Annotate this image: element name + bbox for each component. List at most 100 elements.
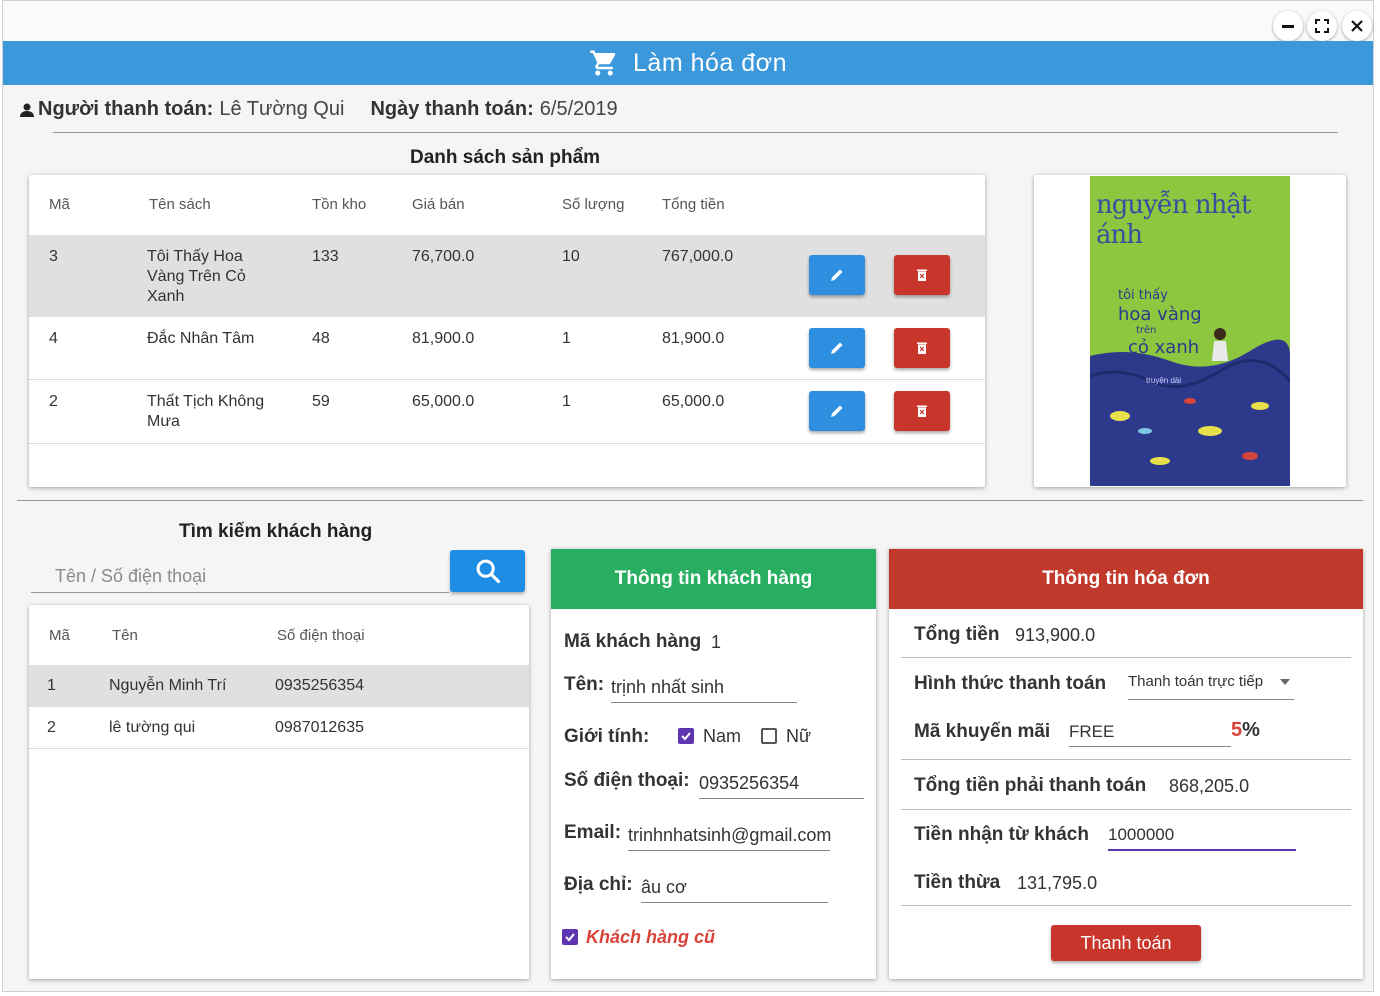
customer-search-input[interactable] [31,551,449,593]
delete-button[interactable] [894,328,950,368]
cell-total: 65,000.0 [662,393,725,410]
cell-id: 3 [49,248,58,265]
returning-customer-label: Khách hàng cũ [586,927,716,947]
payer-name: Lê Tường Qui [219,98,345,120]
customer-table: Mã Tên Số điện thoại 1 Nguyễn Minh Trí 0… [29,605,529,979]
cell-name: Nguyễn Minh Trí [109,677,227,694]
table-row[interactable]: 4 Đắc Nhân Tâm 48 81,900.0 1 81,900.0 [29,317,985,380]
received-label: Tiền nhận từ khách [914,824,1089,845]
cell-total: 767,000.0 [662,248,734,265]
received-amount-field[interactable]: 1000000 [1108,825,1296,851]
page-header: Làm hóa đơn [3,41,1373,85]
col-name: Tên [112,627,138,644]
minimize-icon [1282,25,1294,28]
invoice-panel: Thông tin hóa đơn Tổng tiền 913,900.0 Hì… [889,549,1363,979]
cover-title-line: tôi thấy [1118,288,1168,303]
cover-title-line: cỏ xanh [1128,337,1200,359]
cover-title-line: trên [1136,325,1157,337]
maximize-button[interactable] [1307,11,1337,41]
edit-button[interactable] [809,391,865,431]
close-button[interactable] [1342,11,1372,41]
female-checkbox[interactable] [761,728,777,744]
search-button[interactable] [450,550,525,592]
male-checkbox[interactable] [678,728,694,744]
cell-name: Đắc Nhân Tâm [147,330,255,347]
check-icon [681,732,691,741]
delete-button[interactable] [894,391,950,431]
edit-button[interactable] [809,255,865,295]
total-value: 913,900.0 [1015,625,1096,645]
minimize-button[interactable] [1273,11,1303,41]
cell-id: 1 [47,677,56,694]
customer-table-header: Mã Tên Số điện thoại [29,605,529,665]
cell-stock: 48 [312,330,330,347]
check-icon [565,933,575,942]
change-value: 131,795.0 [1017,873,1098,893]
cell-phone: 0935256354 [275,677,364,694]
address-field[interactable]: âu cơ [641,877,828,903]
phone-field[interactable]: 0935256354 [699,773,864,799]
invoice-title: Thông tin hóa đơn [889,549,1363,609]
cell-id: 2 [47,719,56,736]
payment-method-value: Thanh toán trực tiếp [1128,673,1264,690]
name-field[interactable]: trịnh nhất sinh [611,677,797,703]
maximize-icon [1315,19,1329,33]
cover-title: tôi thấy hoa vàng trên cỏ xanh [1118,288,1202,359]
email-label: Email: [564,822,622,843]
table-row[interactable]: 2 lê tường qui 0987012635 [29,707,529,749]
cell-id: 4 [49,330,58,347]
amount-due-label: Tổng tiền phải thanh toán [914,775,1147,796]
cover-subtitle: truyện dài [1146,376,1182,385]
divider [901,657,1351,658]
pencil-icon [831,405,843,417]
divider [901,759,1351,760]
window-titlebar [3,1,1373,41]
cell-phone: 0987012635 [275,719,364,736]
cover-author: nguyễn nhật ánh [1096,190,1251,250]
col-total: Tổng tiền [662,196,725,213]
pencil-icon [831,269,843,281]
promo-code-field[interactable]: FREE [1069,722,1231,747]
col-qty: Số lượng [562,196,625,213]
table-row[interactable]: 1 Nguyễn Minh Trí 0935256354 [29,665,529,707]
payment-date: 6/5/2019 [539,98,618,120]
pay-button[interactable]: Thanh toán [1051,925,1201,961]
female-label: Nữ [786,726,812,746]
divider [901,905,1351,906]
customer-info-panel: Thông tin khách hàng Mã khách hàng 1 Tên… [551,549,876,979]
product-table: Mã Tên sách Tồn kho Giá bán Số lượng Tổn… [29,175,985,487]
cell-id: 2 [49,393,58,410]
shopping-cart-icon [590,50,616,76]
user-icon [20,103,34,117]
col-name: Tên sách [149,196,211,213]
payment-method-select[interactable]: Thanh toán trực tiếp [1128,673,1294,700]
divider [901,809,1351,810]
customer-id-value: 1 [711,632,722,652]
table-row[interactable]: 2 Thất Tịch Không Mưa 59 65,000.0 1 65,0… [29,380,985,444]
pencil-icon [831,342,843,354]
trash-icon [917,269,927,281]
promo-percent: 5% [1231,719,1260,742]
cell-qty: 1 [562,393,571,410]
table-row[interactable]: 3 Tôi Thấy Hoa Vàng Trên Cỏ Xanh 133 76,… [29,235,985,317]
edit-button[interactable] [809,328,865,368]
cell-stock: 59 [312,393,330,410]
address-label: Địa chỉ: [564,874,633,895]
returning-customer-checkbox[interactable] [562,929,578,945]
email-field[interactable]: trinhnhatsinh@gmail.com [628,825,831,851]
app-window: Làm hóa đơn Người thanh toán: Lê Tường Q… [2,0,1374,992]
book-cover-image: nguyễn nhật ánh tôi thấy hoa vàng trên c… [1090,176,1290,486]
payer-info: Người thanh toán: Lê Tường Qui Ngày than… [19,98,618,121]
promo-percent-suffix: % [1242,719,1260,741]
cell-name: lê tường qui [109,719,196,736]
cover-title-line: hoa vàng [1118,303,1202,325]
cell-price: 76,700.0 [412,248,475,265]
col-stock: Tồn kho [312,196,367,213]
product-table-header: Mã Tên sách Tồn kho Giá bán Số lượng Tổn… [29,175,985,235]
amount-due-value: 868,205.0 [1169,776,1250,796]
cell-stock: 133 [312,248,339,265]
page-title: Làm hóa đơn [633,48,787,77]
col-id: Mã [49,196,70,213]
delete-button[interactable] [894,255,950,295]
cell-qty: 10 [562,248,580,265]
